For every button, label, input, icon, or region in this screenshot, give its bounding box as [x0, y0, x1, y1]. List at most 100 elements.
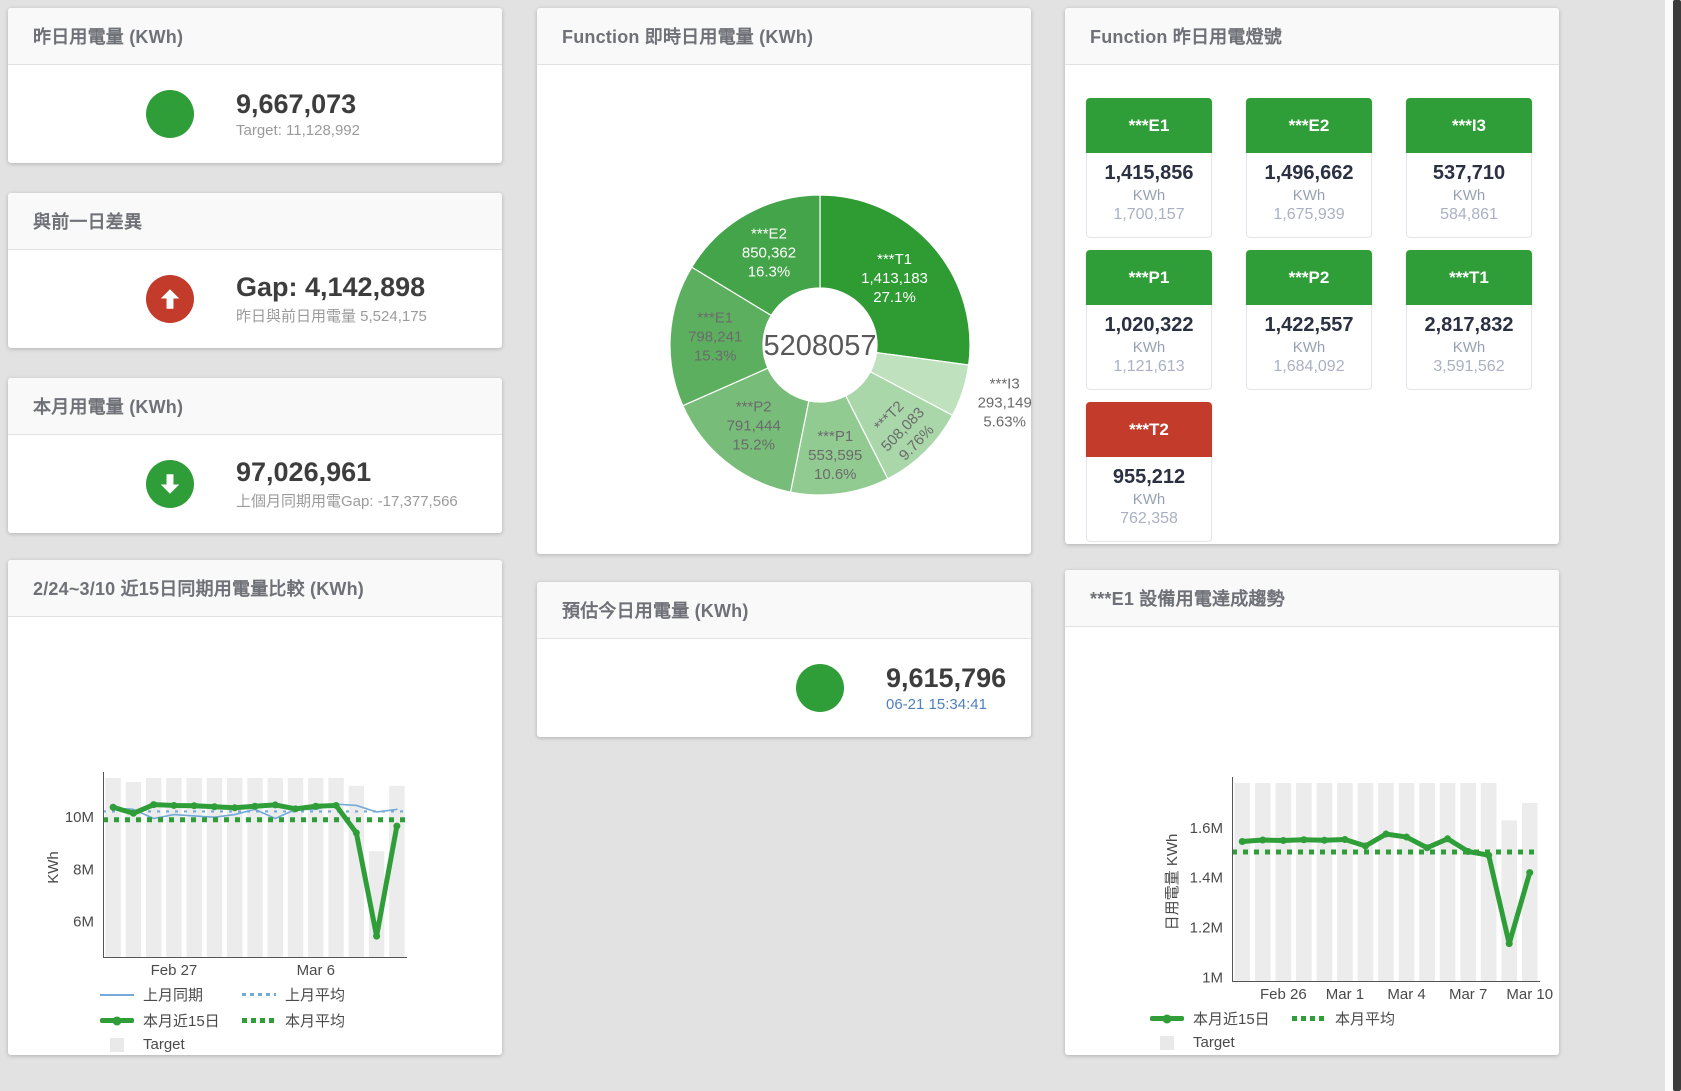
panel-realtime-donut: Function 即時日用電量 (KWh) ***T11,413,18327.1…	[537, 8, 1031, 554]
panel-header[interactable]: 2/24~3/10 近15日同期用電量比較 (KWh)	[8, 560, 502, 617]
target-bar	[1440, 783, 1456, 981]
legend-marker-thick-icon	[100, 1014, 134, 1028]
panel-title: 預估今日用電量 (KWh)	[562, 597, 749, 623]
panel-title: Function 即時日用電量 (KWh)	[562, 23, 813, 49]
legend-label: Target	[1193, 1034, 1235, 1051]
lights-grid: ***E11,415,856KWh1,700,157***E21,496,662…	[1065, 65, 1559, 542]
stat-row: 97,026,961 上個月同期用電Gap: -17,377,566	[8, 435, 502, 533]
legend-marker-dot-thick-icon	[1292, 1012, 1326, 1026]
legend-item-本月近15日[interactable]: 本月近15日	[100, 1010, 242, 1031]
x-tick-label: Feb 27	[151, 962, 198, 979]
light-tile-prev-value: 3,591,562	[1407, 358, 1531, 376]
x-tick-label: Mar 4	[1387, 986, 1425, 1003]
dashboard: 昨日用電量 (KWh) 9,667,073 Target: 11,128,992…	[0, 0, 1681, 1091]
series-point	[231, 804, 238, 811]
panel-header[interactable]: Function 即時日用電量 (KWh)	[537, 8, 1031, 65]
series-point	[170, 802, 177, 809]
legend-marker-square-icon	[100, 1038, 134, 1052]
target-bar	[1317, 783, 1333, 981]
legend-item-本月平均[interactable]: 本月平均	[242, 1010, 384, 1031]
target-bar	[1378, 783, 1394, 981]
light-tile-T1: ***T12,817,832KWh3,591,562	[1406, 250, 1532, 390]
donut-center-total: 5208057	[764, 330, 877, 362]
panel-trend-chart: ***E1 設備用電達成趨勢 1M1.2M1.4M1.6MFeb 26Mar 1…	[1065, 570, 1559, 1055]
y-tick-label: 1.6M	[1190, 820, 1223, 837]
series-point	[1383, 831, 1390, 838]
y-tick-label: 1.4M	[1190, 870, 1223, 887]
light-tile-value: 1,422,557	[1247, 305, 1371, 337]
target-bar	[1296, 783, 1312, 981]
panel-compare-chart: 2/24~3/10 近15日同期用電量比較 (KWh) 6M8M10MFeb 2…	[8, 560, 502, 1055]
legend-label: 上月平均	[285, 984, 345, 1005]
panel-header[interactable]: ***E1 設備用電達成趨勢	[1065, 570, 1559, 627]
panel-header[interactable]: 預估今日用電量 (KWh)	[537, 582, 1031, 639]
light-tile-unit: KWh	[1247, 339, 1371, 356]
x-tick-label: Mar 7	[1449, 986, 1487, 1003]
series-point	[1465, 848, 1472, 855]
scrollbar-thumb[interactable]	[1673, 0, 1681, 1091]
light-tile-unit: KWh	[1407, 339, 1531, 356]
series-point	[353, 829, 360, 836]
panel-yesterday: 昨日用電量 (KWh) 9,667,073 Target: 11,128,992	[8, 8, 502, 163]
legend-label: Target	[143, 1036, 185, 1053]
green-status-circle-icon	[146, 90, 194, 138]
light-tile-unit: KWh	[1407, 187, 1531, 204]
light-tile-unit: KWh	[1087, 339, 1211, 356]
x-tick-label: Feb 26	[1260, 986, 1307, 1003]
stat-value: 9,615,796	[886, 663, 1006, 693]
target-bar	[1419, 783, 1435, 981]
panel-lights: Function 昨日用電燈號 ***E11,415,856KWh1,700,1…	[1065, 8, 1559, 544]
light-tile-body: 1,422,557 KWh 1,684,092	[1246, 305, 1372, 390]
legend-item-本月平均[interactable]: 本月平均	[1292, 1008, 1434, 1029]
legend-item-Target[interactable]: Target	[100, 1036, 242, 1053]
series-point	[292, 805, 299, 812]
panel-diff-prev-day: 與前一日差異 Gap: 4,142,898 昨日與前日用電量 5,524,175	[8, 193, 502, 348]
light-tile-prev-value: 1,684,092	[1247, 358, 1371, 376]
series-point	[1321, 837, 1328, 844]
green-status-circle-icon	[796, 664, 844, 712]
series-point	[1526, 869, 1533, 876]
light-tile-prev-value: 1,700,157	[1087, 206, 1211, 224]
y-tick-label: 8M	[73, 861, 94, 878]
light-tile-unit: KWh	[1087, 491, 1211, 508]
target-bar	[288, 778, 303, 957]
legend-item-Target[interactable]: Target	[1150, 1034, 1292, 1051]
light-tile-header: ***T1	[1406, 250, 1532, 305]
legend-item-本月近15日[interactable]: 本月近15日	[1150, 1008, 1292, 1029]
panel-title: 本月用電量 (KWh)	[33, 393, 183, 419]
series-point	[110, 804, 117, 811]
series-point	[1239, 838, 1246, 845]
panel-header[interactable]: 本月用電量 (KWh)	[8, 378, 502, 435]
panel-title: 與前一日差異	[33, 208, 142, 234]
series-point	[211, 803, 218, 810]
light-tile-value: 1,496,662	[1247, 153, 1371, 185]
y-tick-label: 6M	[73, 914, 94, 931]
light-tile-prev-value: 1,121,613	[1087, 358, 1211, 376]
green-down-arrow-icon	[146, 460, 194, 508]
compare-chart: 6M8M10MFeb 27Mar 6KWh	[8, 700, 502, 1000]
target-bar	[1255, 783, 1271, 981]
light-tile-header: ***P1	[1086, 250, 1212, 305]
target-bar	[1276, 783, 1292, 981]
light-tile-body: 1,020,322KWh1,121,613	[1086, 305, 1212, 390]
panel-header[interactable]: 昨日用電量 (KWh)	[8, 8, 502, 65]
light-tile-header: ***T2	[1086, 402, 1212, 457]
light-tile-P2: ***P21,422,557KWh1,684,092	[1246, 250, 1372, 390]
panel-title: 昨日用電量 (KWh)	[33, 23, 183, 49]
panel-header[interactable]: 與前一日差異	[8, 193, 502, 250]
stat-row: 9,615,796 06-21 15:34:41	[537, 639, 1031, 737]
series-point	[1403, 834, 1410, 841]
panel-title: Function 昨日用電燈號	[1090, 23, 1282, 49]
compare-legend: 上月同期 上月平均本月近15日 本月平均 Target	[100, 984, 384, 1053]
light-tile-body: 2,817,832KWh3,591,562	[1406, 305, 1532, 390]
y-tick-label: 1.2M	[1190, 919, 1223, 936]
legend-label: 本月平均	[285, 1010, 345, 1031]
panel-header[interactable]: Function 昨日用電燈號	[1065, 8, 1559, 65]
legend-item-上月同期[interactable]: 上月同期	[100, 984, 242, 1005]
target-bar	[1337, 783, 1353, 981]
light-tile-header: ***I3	[1406, 98, 1532, 153]
legend-item-上月平均[interactable]: 上月平均	[242, 984, 384, 1005]
stat-timestamp: 06-21 15:34:41	[886, 696, 1006, 713]
series-point	[272, 801, 279, 808]
stat-row: 9,667,073 Target: 11,128,992	[8, 65, 502, 163]
